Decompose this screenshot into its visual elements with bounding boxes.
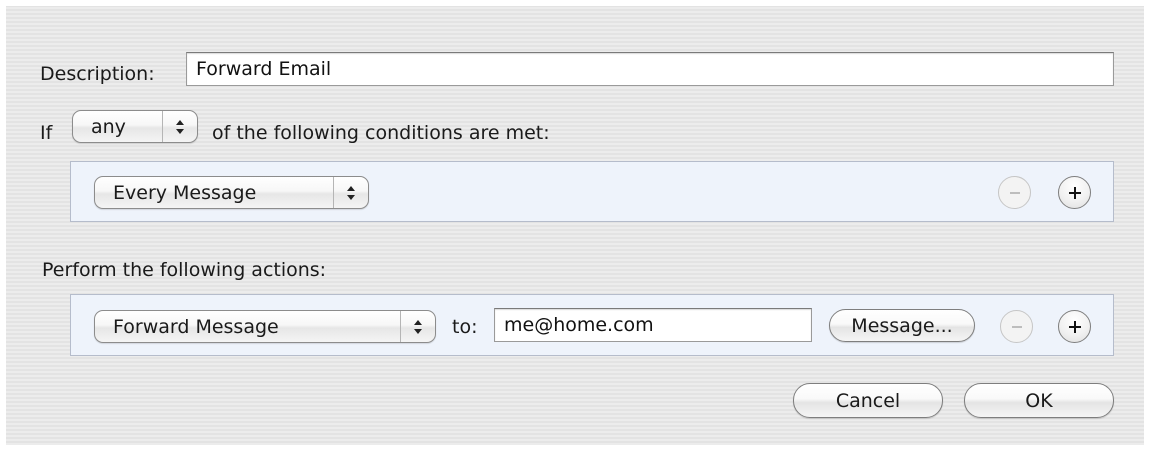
remove-condition-button[interactable]: [998, 176, 1031, 209]
conditions-suffix-label: of the following conditions are met:: [212, 122, 550, 144]
ok-button[interactable]: OK: [964, 383, 1114, 418]
popup-arrows-icon: [333, 177, 368, 208]
minus-icon: [1011, 325, 1022, 328]
match-mode-popup[interactable]: any: [72, 110, 198, 143]
description-field[interactable]: [186, 52, 1114, 86]
actions-panel: Forward Message to: Message...: [70, 294, 1114, 356]
to-label: to:: [452, 316, 478, 338]
recipient-field[interactable]: [494, 308, 812, 342]
action-type-popup[interactable]: Forward Message: [94, 310, 436, 343]
rules-sheet: Description: If any of the following con…: [6, 6, 1144, 445]
popup-arrows-icon: [400, 311, 435, 342]
match-mode-value: any: [91, 115, 126, 138]
plus-icon: [1068, 320, 1081, 333]
add-action-button[interactable]: [1058, 310, 1091, 343]
plus-icon: [1068, 186, 1081, 199]
actions-header-label: Perform the following actions:: [42, 259, 327, 281]
if-label: If: [40, 122, 53, 144]
condition-criterion-value: Every Message: [113, 181, 257, 204]
conditions-panel: Every Message: [70, 161, 1114, 222]
condition-criterion-popup[interactable]: Every Message: [94, 176, 369, 209]
popup-arrows-icon: [162, 111, 197, 142]
minus-icon: [1009, 191, 1020, 194]
add-condition-button[interactable]: [1058, 176, 1091, 209]
remove-action-button[interactable]: [1000, 310, 1033, 343]
cancel-button[interactable]: Cancel: [793, 383, 943, 418]
message-button[interactable]: Message...: [829, 309, 975, 342]
description-label: Description:: [40, 63, 155, 85]
action-type-value: Forward Message: [113, 315, 279, 338]
